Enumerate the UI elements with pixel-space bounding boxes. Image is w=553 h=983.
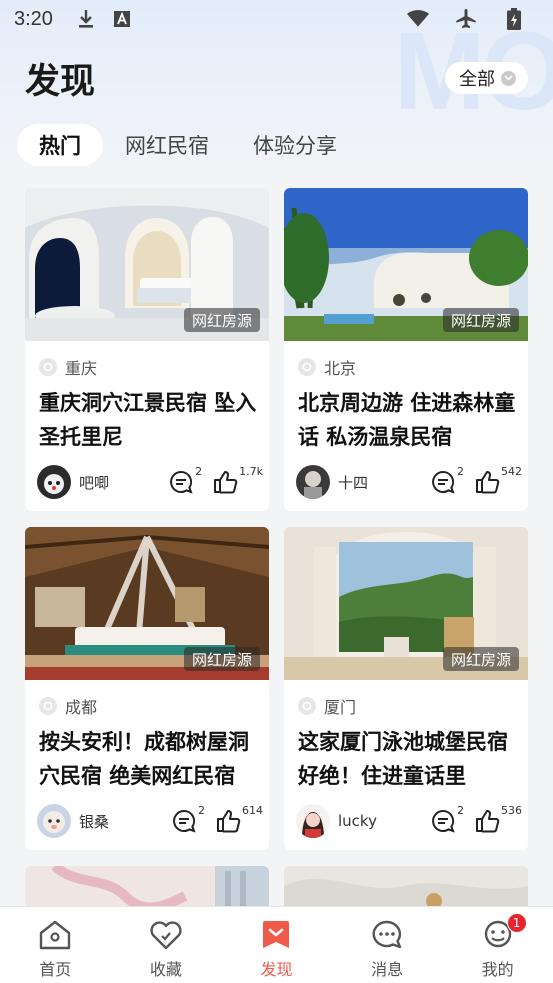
discover-icon — [258, 917, 294, 953]
post-location: 成都 — [39, 694, 97, 718]
thumbs-up-icon — [214, 471, 238, 494]
page-title: 发现 — [25, 61, 96, 102]
author-name: 吧唧 — [79, 473, 110, 492]
like-button[interactable]: 542 — [474, 465, 522, 495]
location-label: 厦门 — [324, 698, 357, 717]
tab-label: 体验分享 — [253, 134, 337, 158]
post-title: 北京周边游 住进森林童话 私汤温泉民宿 — [298, 391, 516, 449]
post-card[interactable]: 网红房源 厦门 这家厦门泳池城堡民宿好绝！住进童话里 lucky 2 536 — [284, 527, 528, 850]
avatar[interactable] — [296, 465, 330, 499]
avatar[interactable] — [37, 465, 71, 499]
post-image: 网红房源 — [284, 527, 528, 680]
comment-icon — [173, 809, 196, 833]
post-card[interactable]: 网红房源 重庆 重庆洞穴江景民宿 坠入圣托里尼 吧唧 2 1.7k — [25, 188, 269, 511]
like-button[interactable]: 1.7k — [212, 465, 263, 495]
comment-button[interactable]: 2 — [430, 465, 464, 495]
like-count: 536 — [501, 804, 522, 817]
location-label: 北京 — [324, 359, 357, 378]
nav-label: 首页 — [39, 960, 72, 979]
like-count: 1.7k — [239, 465, 263, 478]
location-label: 成都 — [65, 698, 98, 717]
category-tabs: 热门 网红民宿 体验分享 — [17, 124, 359, 166]
thumbs-up-icon — [217, 810, 241, 833]
post-meta: 十四 2 542 — [296, 464, 522, 500]
tab-influencer-homestay[interactable]: 网红民宿 — [103, 124, 231, 166]
post-location: 重庆 — [39, 355, 97, 379]
nav-label: 我的 — [481, 960, 514, 979]
comment-count: 2 — [195, 465, 203, 478]
chevron-down-icon — [501, 70, 516, 86]
post-meta: 银桑 2 614 — [37, 803, 263, 839]
tab-experience-share[interactable]: 体验分享 — [231, 124, 359, 166]
comment-button[interactable]: 2 — [430, 804, 464, 834]
avatar[interactable] — [37, 804, 71, 838]
post-image: 网红房源 — [25, 188, 269, 341]
post-image: 网红房源 — [284, 188, 528, 341]
post-card[interactable]: 网红房源 北京 北京周边游 住进森林童话 私汤温泉民宿 十四 2 542 — [284, 188, 528, 511]
location-label: 重庆 — [65, 359, 98, 378]
thumbs-up-icon — [476, 810, 500, 833]
wifi-icon — [407, 8, 429, 30]
nav-discover[interactable]: 发现 — [221, 907, 332, 983]
font-a-icon — [111, 8, 133, 30]
tag-badge: 网红房源 — [442, 647, 519, 671]
comment-button[interactable]: 2 — [171, 804, 205, 834]
post-location: 厦门 — [298, 694, 356, 718]
tag-badge: 网红房源 — [442, 308, 519, 332]
comment-count: 2 — [198, 804, 205, 817]
like-button[interactable]: 614 — [215, 804, 263, 834]
message-icon — [369, 917, 405, 953]
like-button[interactable]: 536 — [474, 804, 522, 834]
comment-count: 2 — [457, 804, 464, 817]
comment-icon — [432, 809, 455, 833]
heart-icon — [148, 917, 184, 953]
author-name: 银桑 — [79, 812, 110, 831]
author-name: 十四 — [338, 473, 369, 492]
nav-messages[interactable]: 消息 — [332, 907, 443, 983]
filter-dropdown[interactable]: 全部 — [445, 62, 528, 94]
post-meta: 吧唧 2 1.7k — [37, 464, 263, 500]
comment-button[interactable]: 2 — [168, 465, 202, 495]
tag-badge: 网红房源 — [183, 647, 260, 671]
like-count: 614 — [242, 804, 263, 817]
comment-count: 2 — [457, 465, 464, 478]
tab-hot[interactable]: 热门 — [17, 124, 103, 166]
post-location: 北京 — [298, 355, 356, 379]
nav-favorites[interactable]: 收藏 — [111, 907, 222, 983]
post-meta: lucky 2 536 — [296, 803, 522, 839]
location-pin-icon — [39, 358, 57, 376]
post-title: 按头安利！成都树屋洞穴民宿 绝美网红民宿 — [39, 730, 249, 788]
battery-icon — [503, 8, 525, 30]
location-pin-icon — [298, 697, 316, 715]
nav-profile[interactable]: 1 我的 — [442, 907, 553, 983]
home-icon — [37, 917, 73, 953]
nav-home[interactable]: 首页 — [0, 907, 111, 983]
tag-badge: 网红房源 — [183, 308, 260, 332]
status-bar: 3:20 — [0, 0, 553, 38]
post-title: 这家厦门泳池城堡民宿好绝！住进童话里 — [298, 730, 508, 788]
bottom-navigation: 首页 收藏 发现 消息 1 我的 — [0, 906, 553, 983]
location-pin-icon — [39, 697, 57, 715]
avatar[interactable] — [296, 804, 330, 838]
nav-label: 收藏 — [149, 960, 182, 979]
download-icon — [75, 8, 97, 30]
author-name: lucky — [338, 812, 377, 830]
thumbs-up-icon — [476, 471, 500, 494]
location-pin-icon — [298, 358, 316, 376]
post-card[interactable]: 网红房源 成都 按头安利！成都树屋洞穴民宿 绝美网红民宿 银桑 2 614 — [25, 527, 269, 850]
tab-label: 网红民宿 — [125, 134, 209, 158]
notification-badge: 1 — [506, 913, 527, 933]
comment-icon — [432, 470, 455, 494]
page-header: 发现 全部 — [25, 54, 528, 102]
like-count: 542 — [501, 465, 522, 478]
nav-label: 发现 — [260, 960, 293, 979]
post-image: 网红房源 — [25, 527, 269, 680]
nav-label: 消息 — [371, 960, 404, 979]
post-title: 重庆洞穴江景民宿 坠入圣托里尼 — [39, 391, 257, 449]
airplane-icon — [455, 8, 477, 30]
comment-icon — [170, 470, 193, 494]
tab-label: 热门 — [39, 134, 81, 158]
filter-label: 全部 — [459, 69, 495, 90]
status-time: 3:20 — [14, 7, 53, 30]
